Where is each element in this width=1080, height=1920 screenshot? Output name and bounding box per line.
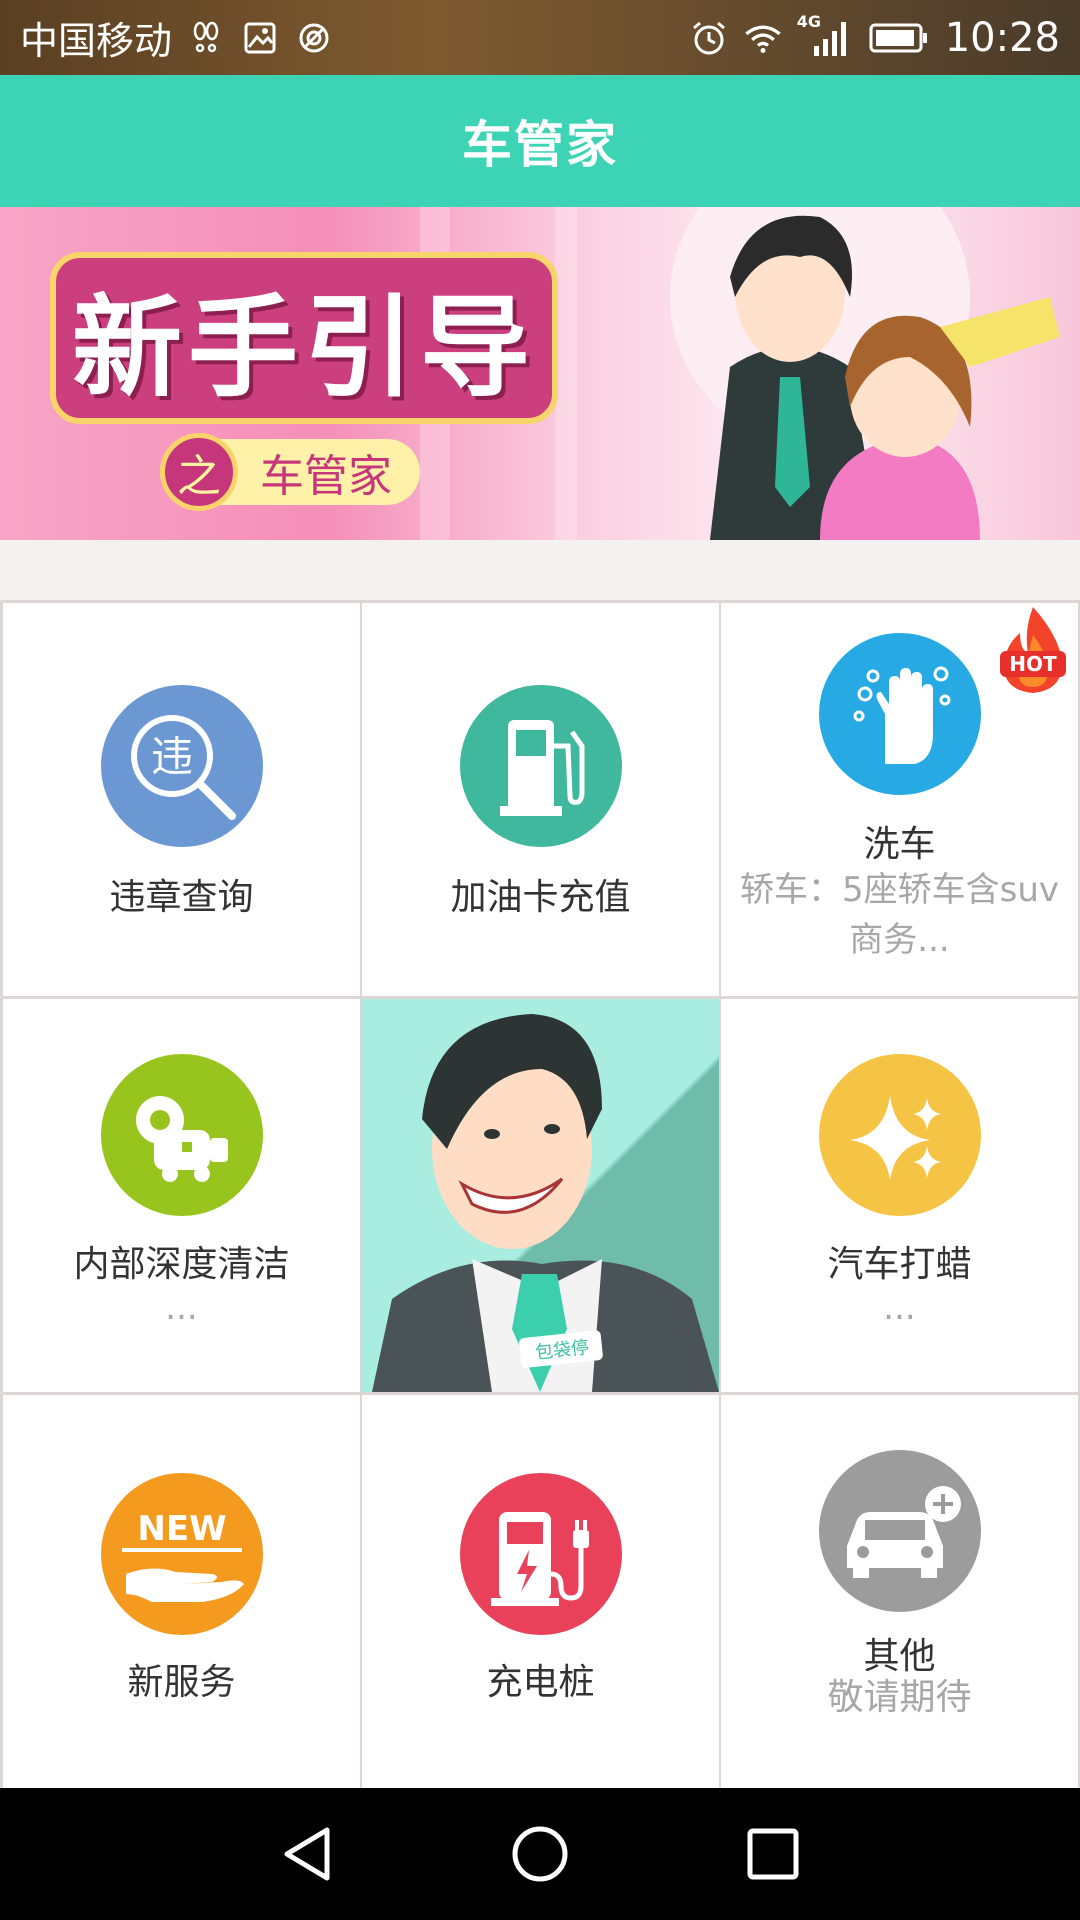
guide-banner[interactable]: 新手引导 之 车管家 bbox=[0, 207, 1080, 540]
service-label: 洗车 bbox=[863, 824, 936, 865]
banner-title-box: 新手引导 bbox=[50, 252, 558, 424]
service-violation-query[interactable]: 违 违章查询 bbox=[3, 603, 360, 996]
service-label: 汽车打蜡 bbox=[827, 1244, 972, 1285]
image-icon bbox=[240, 18, 280, 58]
service-new-services[interactable]: NEW 新服务 bbox=[3, 1395, 360, 1788]
wifi-icon bbox=[743, 18, 783, 58]
home-icon[interactable] bbox=[505, 1819, 575, 1889]
blocked-icon bbox=[294, 18, 334, 58]
service-label: 违章查询 bbox=[109, 877, 254, 918]
vacuum-cleaner-icon bbox=[101, 1054, 263, 1216]
clock: 10:28 bbox=[944, 14, 1060, 61]
service-description: 敬请期待 bbox=[827, 1677, 972, 1718]
service-label: 新服务 bbox=[127, 1662, 236, 1703]
hot-badge-icon: HOT bbox=[1000, 607, 1066, 693]
new-service-icon: NEW bbox=[101, 1473, 263, 1635]
banner-subtitle-pill: 之 车管家 bbox=[160, 433, 420, 511]
promo-mascot-tile[interactable]: 包袋停 bbox=[362, 999, 719, 1392]
service-grid: 违 违章查询 加油卡充值 HOT 洗车 轿车：5座轿车含suv商务... 内部深… bbox=[0, 600, 1080, 1788]
service-description: ... bbox=[883, 1288, 916, 1328]
back-icon[interactable] bbox=[272, 1819, 342, 1889]
violation-search-icon: 违 bbox=[101, 685, 263, 847]
service-label: 充电桩 bbox=[486, 1662, 595, 1703]
footprint-icon bbox=[186, 18, 226, 58]
service-label: 加油卡充值 bbox=[450, 877, 631, 918]
title-bar: 车管家 bbox=[0, 75, 1080, 207]
alarm-icon bbox=[689, 18, 729, 58]
service-interior-cleaning[interactable]: 内部深度清洁 ... bbox=[3, 999, 360, 1392]
service-label: 其他 bbox=[863, 1636, 936, 1677]
system-navigation-bar bbox=[0, 1788, 1080, 1920]
service-car-waxing[interactable]: 汽车打蜡 ... bbox=[721, 999, 1078, 1392]
fuel-pump-icon bbox=[460, 685, 622, 847]
banner-subtitle: 车管家 bbox=[260, 451, 392, 502]
service-description: 轿车：5座轿车含suv商务... bbox=[739, 870, 1059, 960]
service-description: ... bbox=[165, 1288, 198, 1328]
mascot-illustration: 包袋停 bbox=[372, 1014, 719, 1392]
service-fuel-card-recharge[interactable]: 加油卡充值 bbox=[362, 603, 719, 996]
service-label: 内部深度清洁 bbox=[73, 1244, 290, 1285]
banner-title: 新手引导 bbox=[72, 284, 536, 412]
hot-badge-text: HOT bbox=[1009, 652, 1057, 676]
status-bar: 中国移动 4G 10:28 bbox=[0, 0, 1080, 75]
violation-glyph: 违 bbox=[151, 732, 193, 781]
recent-apps-icon[interactable] bbox=[738, 1819, 808, 1889]
service-others[interactable]: 其他 敬请期待 bbox=[721, 1395, 1078, 1788]
carrier-name: 中国移动 bbox=[20, 19, 173, 63]
cellular-signal-icon: 4G bbox=[797, 12, 853, 58]
charging-station-icon bbox=[460, 1473, 622, 1635]
page-title: 车管家 bbox=[462, 116, 618, 174]
banner-badge: 之 bbox=[160, 433, 238, 511]
car-add-icon bbox=[819, 1450, 981, 1612]
new-glyph: NEW bbox=[137, 1509, 226, 1549]
banner-illustration bbox=[670, 207, 1060, 540]
service-car-wash[interactable]: HOT 洗车 轿车：5座轿车含suv商务... bbox=[721, 603, 1078, 996]
sparkle-icon bbox=[819, 1054, 981, 1216]
hand-wash-icon bbox=[819, 633, 981, 795]
service-charging-station[interactable]: 充电桩 bbox=[362, 1395, 719, 1788]
banner-stripe bbox=[555, 207, 577, 540]
network-type: 4G bbox=[796, 11, 821, 31]
battery-icon bbox=[867, 18, 931, 58]
